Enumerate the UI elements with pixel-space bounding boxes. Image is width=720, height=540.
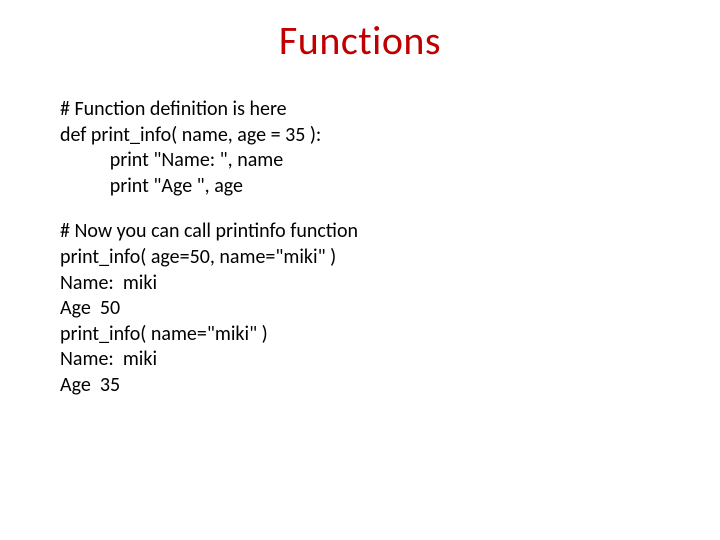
code-line: print_info( age=50, name="miki" ) xyxy=(60,245,660,271)
code-line: # Now you can call printinfo function xyxy=(60,219,660,245)
slide-title: Functions xyxy=(60,16,660,65)
slide-container: Functions # Function definition is here … xyxy=(0,0,720,540)
code-line: print "Name: ", name xyxy=(60,148,660,174)
code-line: def print_info( name, age = 35 ): xyxy=(60,123,660,149)
code-line: Name: miki xyxy=(60,271,660,297)
code-line: Age 50 xyxy=(60,296,660,322)
slide-body: # Function definition is here def print_… xyxy=(60,97,660,399)
code-line: # Function definition is here xyxy=(60,97,660,123)
code-line: print_info( name="miki" ) xyxy=(60,322,660,348)
code-line: print "Age ", age xyxy=(60,174,660,200)
code-block-calls: # Now you can call printinfo function pr… xyxy=(60,219,660,398)
code-line: Age 35 xyxy=(60,373,660,399)
code-block-definition: # Function definition is here def print_… xyxy=(60,97,660,199)
code-line: Name: miki xyxy=(60,347,660,373)
